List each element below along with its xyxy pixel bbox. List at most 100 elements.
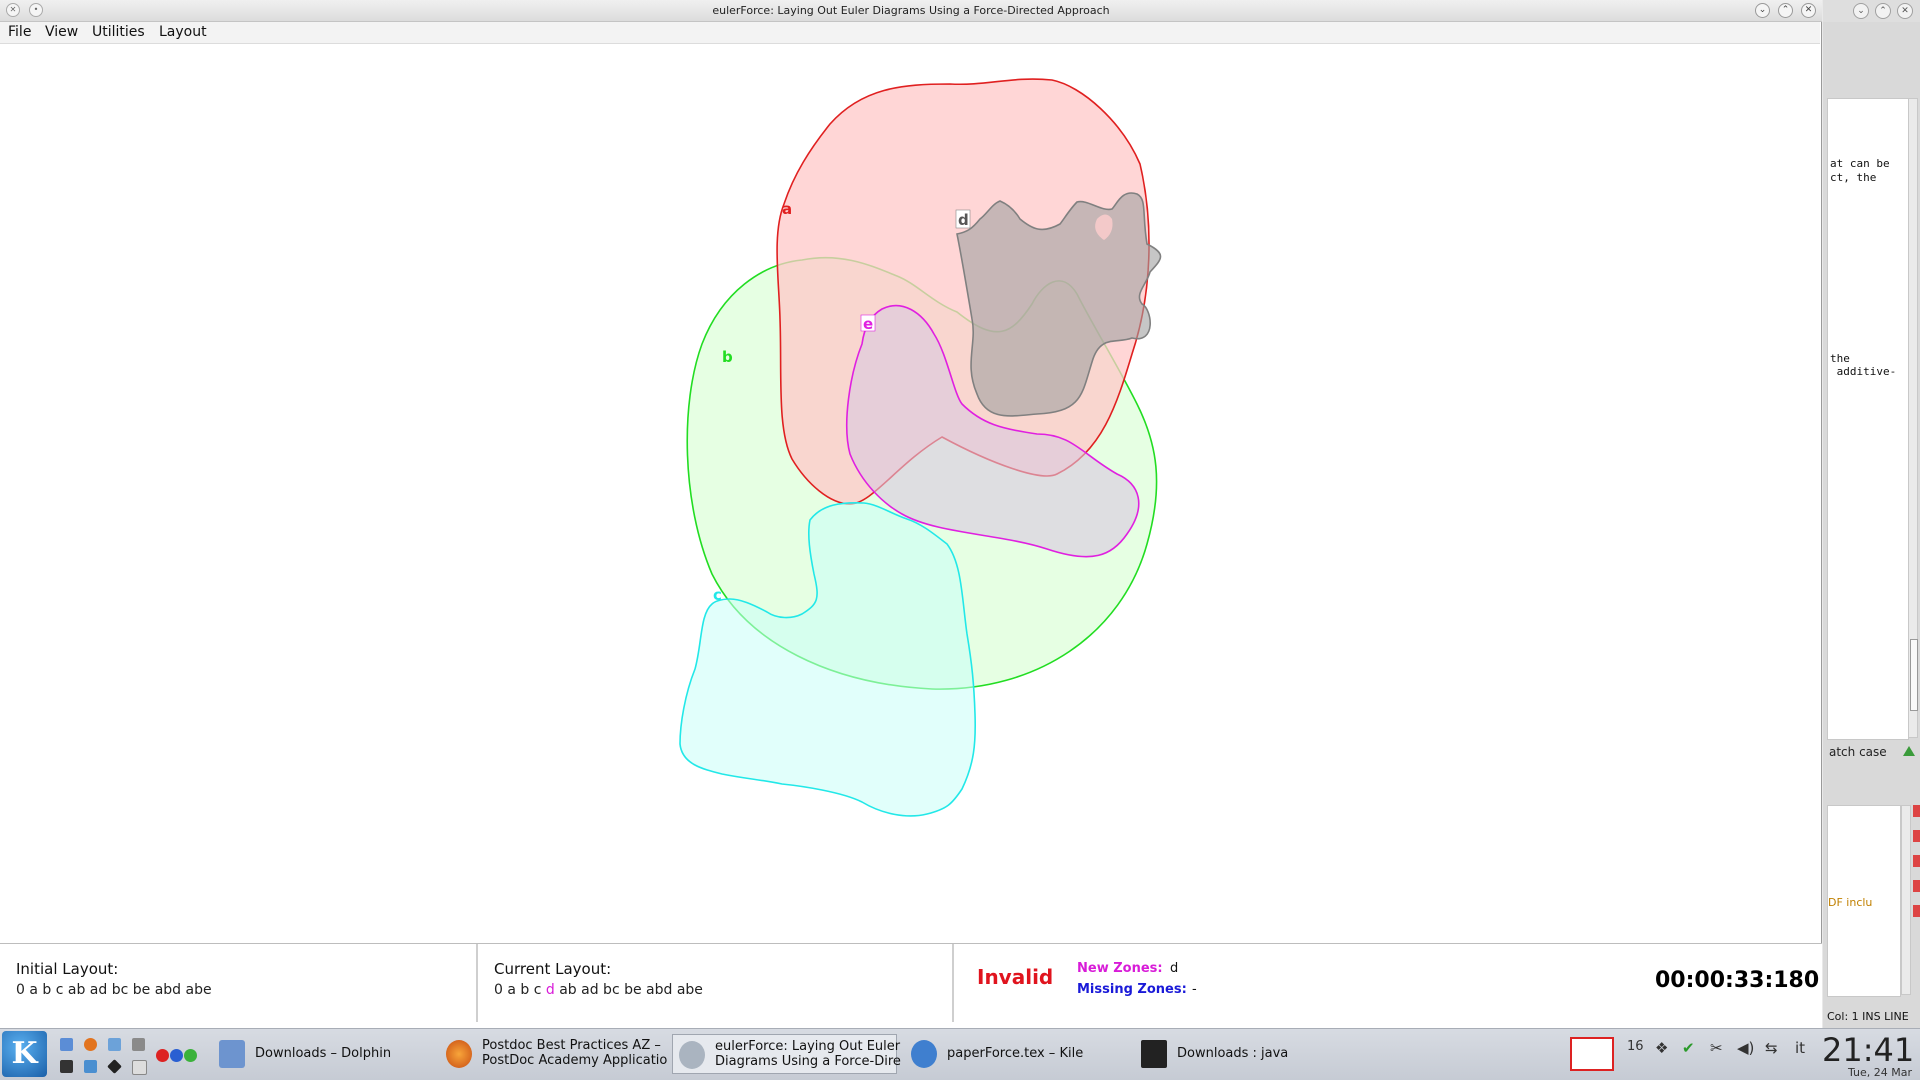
- files-launcher-icon[interactable]: [60, 1038, 73, 1051]
- euler-diagram: a b c d e: [679, 78, 1162, 817]
- status-badge: Invalid: [977, 965, 1054, 989]
- menu-utilities[interactable]: Utilities: [92, 24, 145, 40]
- color-dot-icon[interactable]: [170, 1049, 183, 1062]
- curve-a-label: a: [782, 200, 792, 218]
- task-label-line1: eulerForce: Laying Out Euler: [715, 1039, 901, 1054]
- match-case-label[interactable]: atch case: [1829, 745, 1887, 759]
- find-up-icon[interactable]: [1903, 746, 1915, 756]
- timer: 00:00:33:180: [1655, 968, 1820, 993]
- package-launcher-icon[interactable]: [108, 1038, 121, 1051]
- editor-scrollbar[interactable]: [1908, 98, 1918, 738]
- current-layout-title: Current Layout:: [494, 960, 612, 978]
- minimize-icon[interactable]: ⌄: [1755, 3, 1770, 18]
- task-dolphin[interactable]: Downloads – Dolphin: [213, 1034, 433, 1074]
- initial-layout-zones: 0 a b c ab ad bc be abd abe: [16, 982, 212, 998]
- network-launcher-icon[interactable]: [84, 1060, 97, 1073]
- dolphin-icon: [219, 1040, 245, 1068]
- task-label: Postdoc Best Practices AZ – PostDoc Acade…: [482, 1038, 667, 1068]
- color-dot-icon[interactable]: [184, 1049, 197, 1062]
- menu-layout[interactable]: Layout: [159, 24, 207, 40]
- task-label: Downloads : java: [1177, 1046, 1289, 1061]
- initial-layout-title: Initial Layout:: [16, 960, 119, 978]
- taskbar: K Downloads – Dolphin Postdoc Best Pract…: [0, 1028, 1920, 1080]
- document-launcher-icon[interactable]: [132, 1060, 147, 1075]
- editor-status: Col: 1 INS LINE: [1827, 1010, 1909, 1023]
- editor-line: at can be: [1830, 157, 1890, 170]
- task-terminal[interactable]: Downloads : java: [1135, 1034, 1355, 1074]
- network-icon[interactable]: ⇆: [1765, 1039, 1778, 1057]
- inkscape-launcher-icon[interactable]: [107, 1059, 122, 1074]
- task-kile[interactable]: paperForce.tex – Kile: [905, 1034, 1125, 1074]
- kile-icon: [911, 1040, 937, 1068]
- menu-view[interactable]: View: [45, 24, 78, 40]
- terminal-launcher-icon[interactable]: [60, 1060, 73, 1073]
- log-line: DF inclu: [1828, 896, 1873, 909]
- warning-icon[interactable]: [1913, 830, 1920, 842]
- new-zones-value: d: [1170, 961, 1179, 976]
- diagram-canvas[interactable]: a b c d e: [2, 44, 1820, 942]
- warning-icon[interactable]: [1913, 855, 1920, 867]
- menu-file[interactable]: File: [8, 24, 31, 40]
- kde-menu-button[interactable]: K: [2, 1031, 47, 1077]
- log-side-icons: [1913, 805, 1920, 930]
- task-label-line2: PostDoc Academy Applicatio: [482, 1053, 668, 1068]
- window-titlebar: ✕ • eulerForce: Laying Out Euler Diagram…: [0, 0, 1822, 22]
- task-label-line2: Diagrams Using a Force-Dire: [715, 1054, 901, 1069]
- mail-icon[interactable]: [1570, 1037, 1614, 1071]
- new-zones-label: New Zones:: [1077, 961, 1163, 976]
- background-window: ⌄ ⌃ ✕ at can be ct, the the additive- at…: [1823, 0, 1920, 1030]
- window-title: eulerForce: Laying Out Euler Diagrams Us…: [712, 4, 1110, 17]
- editor-line: additive-: [1830, 365, 1897, 378]
- task-label: eulerForce: Laying Out Euler Diagrams Usi…: [715, 1039, 901, 1069]
- check-icon[interactable]: ✔: [1682, 1039, 1695, 1057]
- curve-d-label: d: [958, 211, 969, 229]
- maximize-icon[interactable]: ⌃: [1875, 3, 1891, 19]
- color-dot-icon[interactable]: [156, 1049, 169, 1062]
- current-zones-suffix: ab ad bc be abd abe: [559, 982, 703, 998]
- divider: [952, 944, 954, 1022]
- calculator-launcher-icon[interactable]: [132, 1038, 145, 1051]
- firefox-launcher-icon[interactable]: [84, 1038, 97, 1051]
- log-scrollbar[interactable]: [1901, 805, 1911, 995]
- close-icon[interactable]: ✕: [1897, 3, 1913, 19]
- task-firefox[interactable]: Postdoc Best Practices AZ – PostDoc Acade…: [440, 1034, 668, 1074]
- firefox-icon: [446, 1040, 472, 1068]
- menu-bar: File View Utilities Layout: [0, 22, 1820, 44]
- scrollbar-thumb[interactable]: [1910, 639, 1918, 711]
- maximize-icon[interactable]: ⌃: [1778, 3, 1793, 18]
- log-panel: DF inclu: [1827, 805, 1901, 997]
- initial-layout-box: Initial Layout: 0 a b c ab ad bc be abd …: [0, 944, 476, 1024]
- curve-c-label: c: [713, 586, 722, 604]
- scissors-icon[interactable]: ✂: [1710, 1039, 1723, 1057]
- warning-icon[interactable]: [1913, 905, 1920, 917]
- text-editor[interactable]: at can be ct, the the additive-: [1827, 98, 1909, 740]
- task-label: Downloads – Dolphin: [255, 1046, 392, 1061]
- curve-d[interactable]: [956, 192, 1162, 417]
- terminal-icon: [1141, 1040, 1167, 1068]
- task-eulerforce[interactable]: eulerForce: Laying Out Euler Diagrams Usi…: [672, 1034, 901, 1074]
- missing-zones-label: Missing Zones:: [1077, 982, 1187, 997]
- desktop-number[interactable]: 16: [1627, 1039, 1644, 1054]
- main-window: ✕ • eulerForce: Laying Out Euler Diagram…: [0, 0, 1822, 1028]
- curve-e-label: e: [863, 315, 873, 333]
- missing-zones-value: -: [1192, 982, 1197, 997]
- close-icon[interactable]: ✕: [1801, 3, 1816, 18]
- editor-line: ct, the: [1830, 171, 1877, 184]
- keyboard-layout[interactable]: it: [1795, 1039, 1805, 1057]
- current-zones-prefix: 0 a b c: [494, 982, 542, 998]
- editor-line: the: [1830, 352, 1850, 365]
- current-zone-new: d: [545, 982, 555, 998]
- background-window-titlebar: ⌄ ⌃ ✕: [1823, 0, 1920, 22]
- java-icon: [679, 1041, 705, 1069]
- clock[interactable]: 21:41: [1822, 1031, 1914, 1069]
- task-label: paperForce.tex – Kile: [947, 1046, 1084, 1061]
- volume-icon[interactable]: ◀): [1737, 1039, 1754, 1057]
- warning-icon[interactable]: [1913, 805, 1920, 817]
- curve-b-label: b: [722, 348, 733, 366]
- info-panel: Initial Layout: 0 a b c ab ad bc be abd …: [0, 943, 1822, 1028]
- dropbox-icon[interactable]: ❖: [1655, 1039, 1668, 1057]
- minimize-icon[interactable]: ⌄: [1853, 3, 1869, 19]
- date: Tue, 24 Mar: [1848, 1066, 1913, 1079]
- warning-icon[interactable]: [1913, 880, 1920, 892]
- find-bar: atch case: [1827, 742, 1917, 764]
